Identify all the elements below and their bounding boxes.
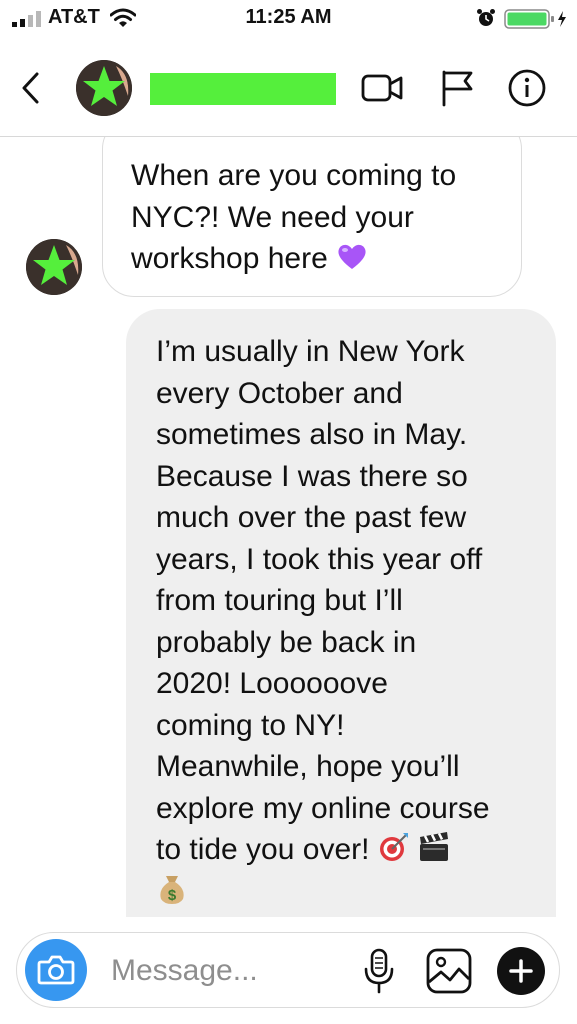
message-line: Meanwhile, hope you’ll — [156, 750, 460, 783]
bullseye-dart-icon — [379, 833, 408, 861]
svg-text:$: $ — [168, 887, 177, 904]
clapper-board-icon — [420, 832, 449, 861]
info-button[interactable] — [505, 68, 549, 108]
message-line-text: to tide you over! — [156, 833, 370, 866]
message-line: I’m usually in New York — [156, 335, 465, 368]
incoming-message-bubble[interactable]: When are you coming to NYC?! We need you… — [102, 137, 522, 297]
star-redaction-icon — [26, 239, 82, 295]
alarm-clock-icon — [477, 9, 495, 26]
message-line: from touring but I’ll — [156, 584, 403, 617]
message-line: NYC?! We need your — [131, 200, 414, 234]
message-line: 2020! Loooooove — [156, 667, 388, 700]
back-button[interactable] — [16, 70, 46, 106]
message-list[interactable]: When are you coming to NYC?! We need you… — [0, 137, 577, 917]
message-line: to tide you over! — [156, 829, 526, 871]
gallery-button[interactable] — [425, 947, 473, 995]
thread-header — [0, 38, 577, 137]
status-bar: AT&T 11:25 AM — [0, 0, 577, 38]
flag-button[interactable] — [436, 68, 480, 108]
plus-icon — [509, 959, 533, 983]
camera-icon — [37, 955, 75, 985]
message-line: explore my online course — [156, 791, 490, 825]
camera-button[interactable] — [25, 939, 87, 1001]
message-line: probably be back in — [156, 625, 417, 659]
message-line-text: workshop here — [131, 242, 328, 275]
message-line: When are you coming to — [131, 159, 457, 192]
contact-avatar[interactable] — [76, 60, 132, 116]
message-input[interactable] — [109, 949, 353, 993]
message-line: sometimes also in May. — [156, 418, 468, 451]
message-line: coming to NY! — [156, 708, 345, 742]
message-line: every October and — [156, 376, 403, 410]
message-line: much over the past few — [156, 501, 467, 534]
microphone-button[interactable] — [361, 947, 397, 995]
message-line: workshop here — [131, 238, 497, 280]
message-line: Because I was there so — [156, 459, 468, 493]
message-composer — [16, 932, 560, 1008]
purple-heart-icon — [338, 244, 366, 269]
contact-name-redaction — [150, 73, 336, 105]
sender-avatar[interactable] — [26, 239, 82, 295]
message-line: $ — [156, 871, 526, 913]
outgoing-message-bubble[interactable]: I’m usually in New York every October an… — [126, 309, 556, 917]
money-bag-icon: $ — [160, 875, 184, 904]
star-redaction-icon — [76, 60, 132, 116]
message-line: years, I took this year off — [156, 542, 483, 576]
add-button[interactable] — [497, 947, 545, 995]
video-call-button[interactable] — [360, 68, 404, 108]
dm-thread-screen: AT&T 11:25 AM When are you coming to NYC… — [0, 0, 577, 1024]
battery-icon — [504, 9, 566, 29]
